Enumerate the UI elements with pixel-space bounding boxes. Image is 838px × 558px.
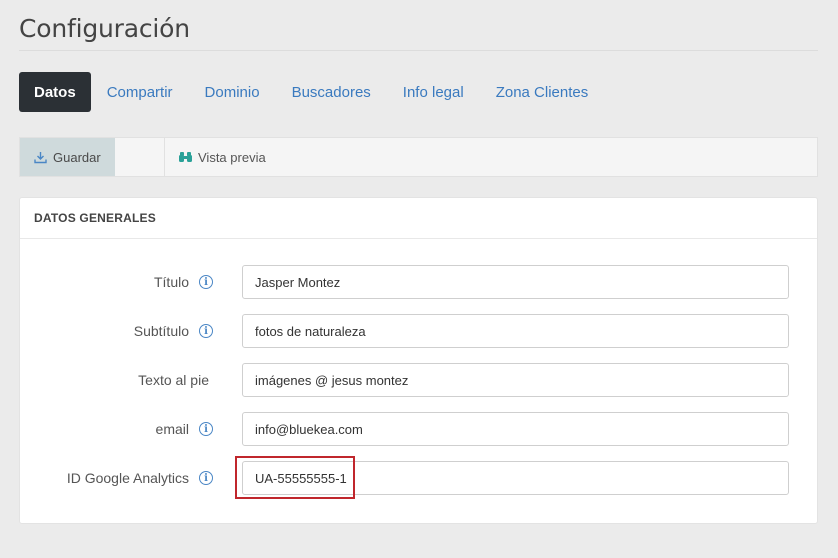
info-icon[interactable]: i bbox=[199, 275, 213, 289]
field-label: Texto al pie bbox=[138, 372, 209, 388]
tab-buscadores[interactable]: Buscadores bbox=[276, 72, 387, 112]
preview-button[interactable]: Vista previa bbox=[165, 138, 266, 176]
info-icon[interactable]: i bbox=[199, 324, 213, 338]
field-row-footer-text: Texto al pie bbox=[20, 363, 819, 397]
title-divider bbox=[19, 50, 818, 51]
field-row-title: Título i bbox=[20, 265, 819, 299]
page-title: Configuración bbox=[19, 14, 190, 43]
field-label: ID Google Analytics bbox=[66, 470, 189, 486]
field-row-email: email i bbox=[20, 412, 819, 446]
title-input[interactable] bbox=[242, 265, 789, 299]
preview-label: Vista previa bbox=[198, 149, 266, 165]
panel-title: DATOS GENERALES bbox=[20, 198, 817, 239]
footer-text-input[interactable] bbox=[242, 363, 789, 397]
tab-zona-clientes[interactable]: Zona Clientes bbox=[480, 72, 605, 112]
download-icon bbox=[34, 151, 47, 164]
info-icon[interactable]: i bbox=[199, 471, 213, 485]
save-button[interactable]: Guardar bbox=[20, 138, 115, 176]
email-field[interactable] bbox=[242, 412, 789, 446]
tab-info-legal[interactable]: Info legal bbox=[387, 72, 480, 112]
field-label: Título bbox=[153, 274, 189, 290]
google-analytics-id-input[interactable] bbox=[242, 461, 789, 495]
tab-datos[interactable]: Datos bbox=[19, 72, 91, 112]
toolbar: Guardar Vista previa bbox=[19, 137, 818, 177]
tab-dominio[interactable]: Dominio bbox=[189, 72, 276, 112]
save-label: Guardar bbox=[53, 149, 101, 165]
binoculars-icon bbox=[179, 151, 192, 163]
toolbar-spacer bbox=[115, 138, 165, 176]
tab-compartir[interactable]: Compartir bbox=[91, 72, 189, 112]
info-icon[interactable]: i bbox=[199, 422, 213, 436]
field-label: Subtítulo bbox=[133, 323, 189, 339]
field-label: email bbox=[155, 421, 189, 437]
settings-tabs: Datos Compartir Dominio Buscadores Info … bbox=[19, 72, 604, 112]
general-data-panel: DATOS GENERALES Título i Subtítulo i Tex… bbox=[19, 197, 818, 524]
subtitle-input[interactable] bbox=[242, 314, 789, 348]
field-row-analytics: ID Google Analytics i bbox=[20, 461, 819, 495]
field-row-subtitle: Subtítulo i bbox=[20, 314, 819, 348]
